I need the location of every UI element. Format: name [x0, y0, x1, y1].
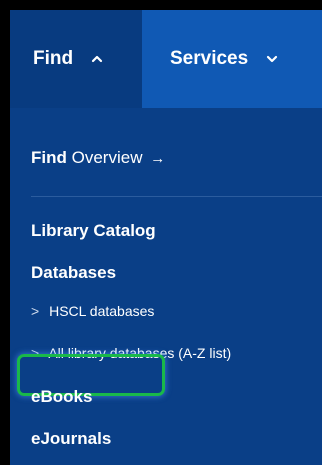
hscl-databases-link[interactable]: > HSCL databases — [31, 303, 154, 319]
library-catalog-link[interactable]: Library Catalog — [31, 221, 156, 241]
top-navigation: Find Services — [10, 10, 322, 108]
overview-label: Overview — [71, 148, 143, 167]
arrow-right-icon: → — [150, 150, 166, 167]
tab-services[interactable]: Services — [142, 10, 322, 108]
tab-services-label: Services — [170, 48, 249, 69]
ejournals-link[interactable]: eJournals — [31, 429, 111, 449]
hscl-databases-label: HSCL databases — [49, 303, 155, 319]
chevron-up-icon — [91, 53, 103, 65]
divider — [31, 196, 322, 197]
tab-find-label: Find — [33, 48, 74, 69]
databases-link[interactable]: Databases — [31, 263, 116, 283]
tab-find[interactable]: Find — [10, 10, 142, 108]
navigation-panel: Find Services Find Overview → Library Ca… — [10, 10, 322, 465]
find-overview-link[interactable]: Find Overview → — [31, 148, 165, 168]
ebooks-link[interactable]: eBooks — [31, 387, 92, 407]
chevron-down-icon — [266, 53, 278, 65]
chevron-right-icon: > — [31, 303, 40, 319]
overview-bold-label: Find — [31, 148, 67, 167]
